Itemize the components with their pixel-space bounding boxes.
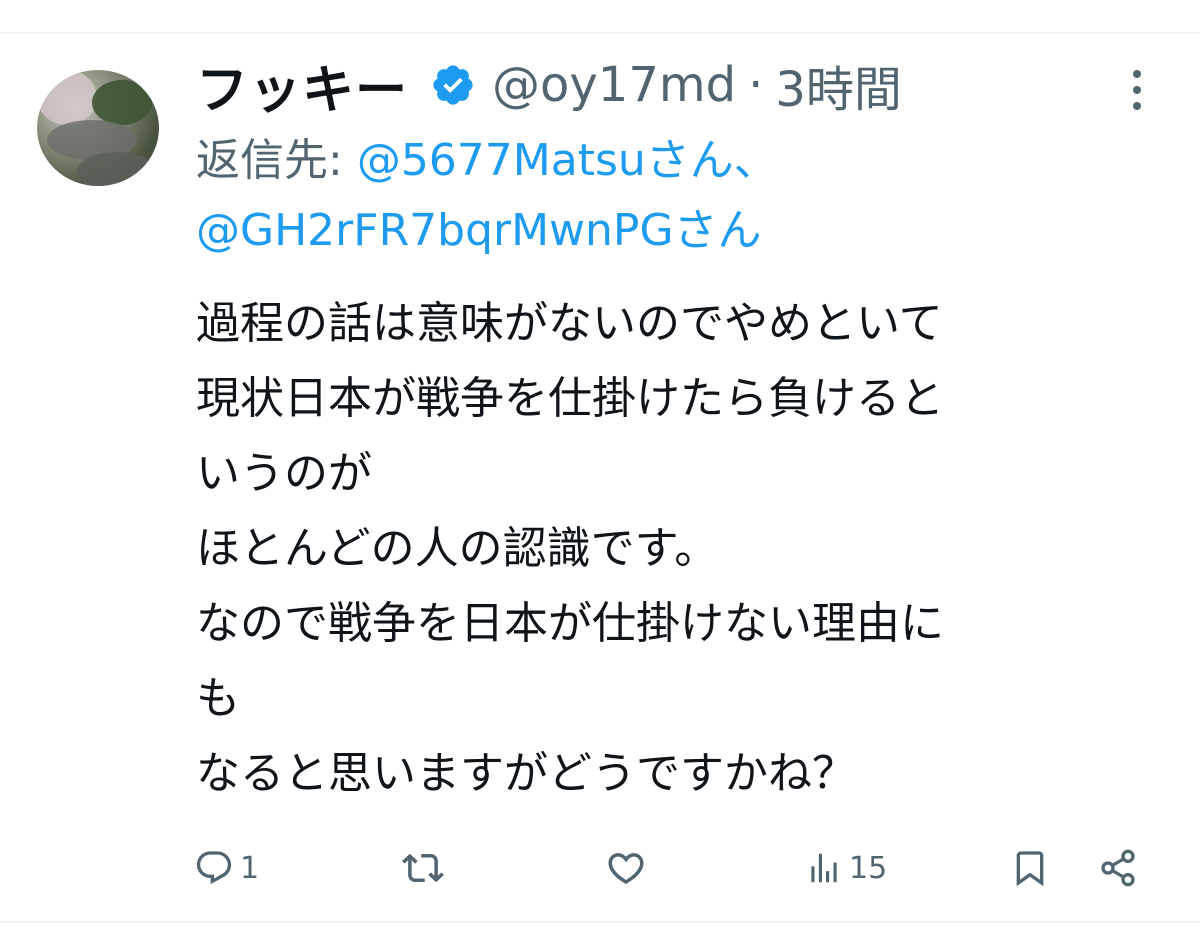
share-button[interactable] <box>1098 840 1138 896</box>
like-button[interactable] <box>605 840 653 896</box>
action-bar: 1 15 <box>0 840 1200 896</box>
bookmark-icon <box>1010 846 1050 890</box>
top-divider <box>0 32 1200 34</box>
avatar-image-detail <box>77 152 157 186</box>
tweet-text-line: 現状日本が戦争を仕掛けたら負けると <box>196 373 944 424</box>
tweet-text-line: ほとんどの人の認識です。 <box>196 523 719 574</box>
verified-badge-icon[interactable] <box>430 62 476 108</box>
tweet-text-line: なので戦争を日本が仕掛けない理由に <box>196 598 944 649</box>
views-count: 15 <box>849 850 888 886</box>
tweet-body: 過程の話は意味がないのでやめといて 現状日本が戦争を仕掛けたら負けると いうのが… <box>196 286 1176 811</box>
reply-button[interactable]: 1 <box>194 840 259 896</box>
tweet-text-line: なると思いますがどうですかね？ <box>196 748 856 799</box>
reply-to-label: 返信先: <box>196 135 357 186</box>
bottom-divider <box>0 921 1200 923</box>
views-button[interactable]: 15 <box>805 840 887 896</box>
timestamp[interactable]: 3時間 <box>775 50 902 120</box>
reply-icon <box>194 848 234 888</box>
separator-dot: · <box>748 57 764 113</box>
reply-mention[interactable]: @5677Matsuさん、 <box>357 135 778 186</box>
tweet-text-line: も <box>196 673 240 724</box>
retweet-icon <box>402 847 444 889</box>
tweet-text-line: いうのが <box>196 448 372 499</box>
reply-count: 1 <box>240 850 260 886</box>
views-icon <box>805 848 843 888</box>
tweet-text-line: 過程の話は意味がないのでやめといて <box>196 298 943 349</box>
retweet-button[interactable] <box>402 840 450 896</box>
tweet-header: フッキー @oy17md · 3時間 <box>196 50 902 121</box>
user-handle[interactable]: @oy17md <box>492 57 736 113</box>
reply-to-line: 返信先: @5677Matsuさん、 @GH2rFR7bqrMwnPGさん <box>196 126 1156 266</box>
tweet-card[interactable]: フッキー @oy17md · 3時間 返信先: @5677Matsuさん、 @GH… <box>0 0 1200 929</box>
reply-mention[interactable]: @GH2rFR7bqrMwnPGさん <box>196 205 762 256</box>
more-vertical-icon[interactable] <box>1124 68 1150 112</box>
heart-icon <box>605 847 647 889</box>
share-icon <box>1098 848 1138 888</box>
display-name[interactable]: フッキー <box>196 48 408 123</box>
bookmark-button[interactable] <box>1010 840 1050 896</box>
avatar[interactable] <box>37 70 159 186</box>
avatar-image-detail <box>92 80 152 125</box>
avatar-image-detail <box>37 70 97 125</box>
